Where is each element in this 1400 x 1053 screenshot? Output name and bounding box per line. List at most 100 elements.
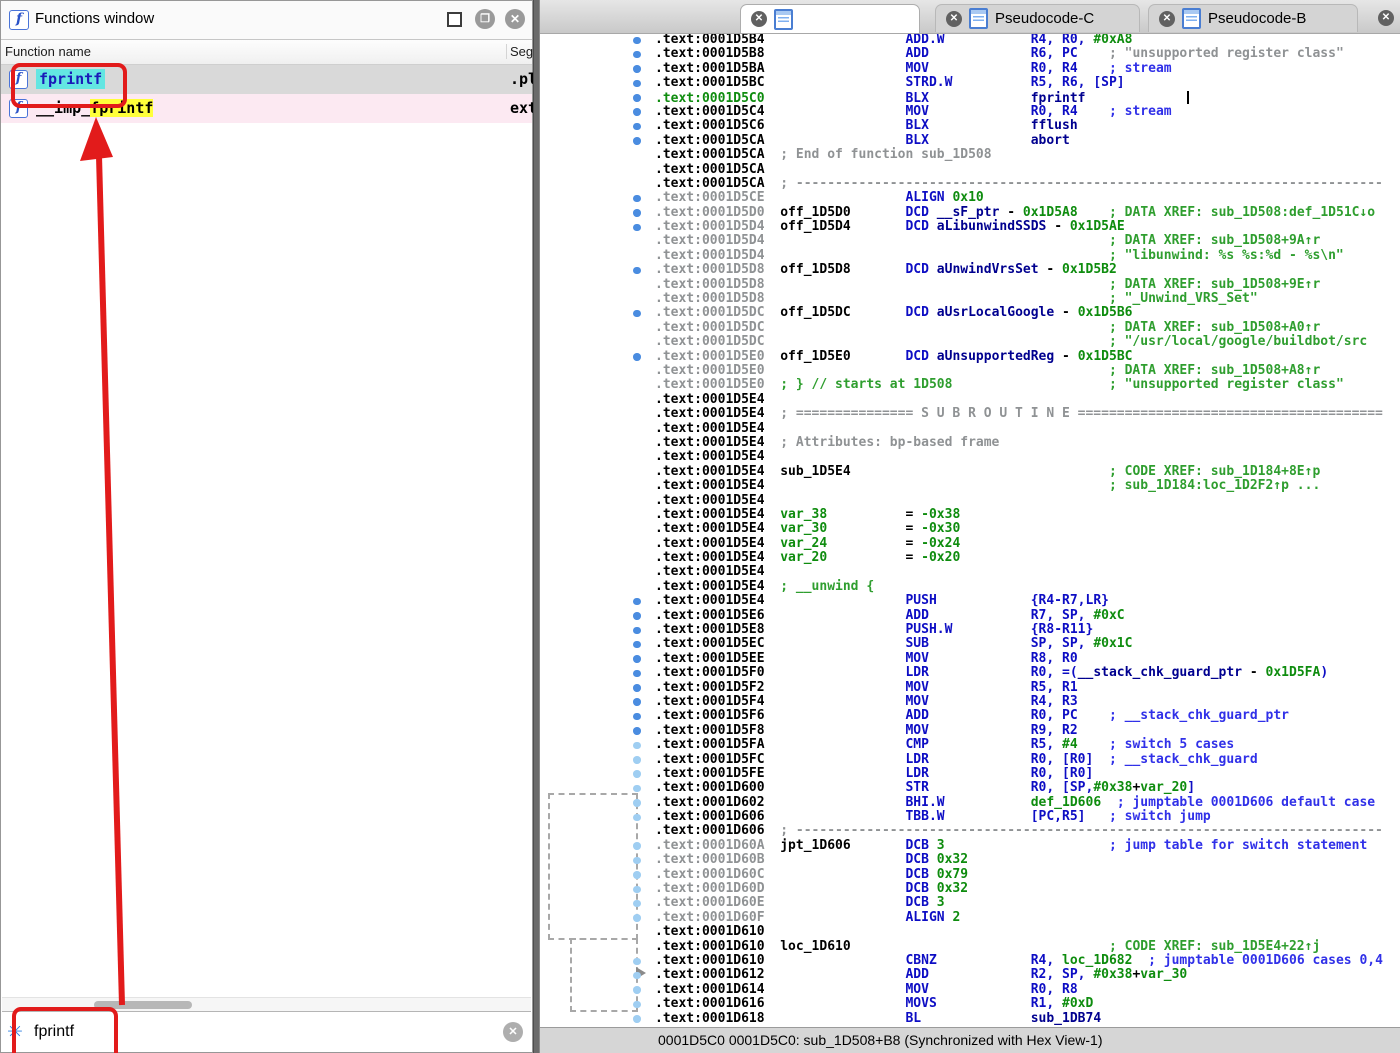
asm-line[interactable]: .text:0001D5E4 — [540, 565, 1400, 579]
asm-line[interactable]: .text:0001D60C DCB 0x79 — [540, 868, 1400, 882]
code-dot-icon — [633, 655, 641, 663]
restore-window-button[interactable]: ❐ — [475, 9, 495, 29]
asm-line[interactable]: .text:0001D5B8 ADD R6, PC ; "unsupported… — [540, 47, 1400, 61]
close-window-button[interactable]: ✕ — [505, 9, 525, 29]
tab-bar: ✕ ✕ Pseudocode-C ✕ Pseudocode-B ✕ — [540, 0, 1400, 34]
asm-line[interactable]: .text:0001D5D4 ; DATA XREF: sub_1D508+9A… — [540, 234, 1400, 248]
asm-line[interactable]: .text:0001D5F4 MOV R4, R3 — [540, 695, 1400, 709]
disassembly-listing[interactable]: .text:0001D5B4 ADD.W R4, R0, #0xA8.text:… — [540, 33, 1400, 1026]
asm-line[interactable]: .text:0001D5C4 MOV R0, R4 ; stream — [540, 105, 1400, 119]
asm-line[interactable]: .text:0001D612 ADD R2, SP, #0x38+var_30 — [540, 968, 1400, 982]
code-dot-icon — [633, 1015, 641, 1023]
asm-line[interactable]: .text:0001D5CA ; -----------------------… — [540, 177, 1400, 191]
asm-line[interactable]: .text:0001D618 BL sub_1DB74 — [540, 1012, 1400, 1026]
asm-line[interactable]: .text:0001D5DC ; DATA XREF: sub_1D508+A0… — [540, 321, 1400, 335]
asm-line[interactable]: .text:0001D5E4 — [540, 393, 1400, 407]
asm-line[interactable]: .text:0001D5FC LDR R0, [R0] ; __stack_ch… — [540, 753, 1400, 767]
close-tab-icon[interactable]: ✕ — [1378, 10, 1394, 26]
asm-line[interactable]: .text:0001D5D4 ; "libunwind: %s %s:%d - … — [540, 249, 1400, 263]
asm-line[interactable]: .text:0001D5D8 ; "_Unwind_VRS_Set" — [540, 292, 1400, 306]
asm-line[interactable]: .text:0001D5E4 var_24 = -0x24 — [540, 537, 1400, 551]
asm-line[interactable]: .text:0001D5D8 off_1D5D8 DCD aUnwindVrsS… — [540, 263, 1400, 277]
dock-window-button[interactable] — [447, 12, 462, 27]
code-dot-icon — [633, 799, 641, 807]
asm-line[interactable]: .text:0001D5D8 ; DATA XREF: sub_1D508+9E… — [540, 278, 1400, 292]
asm-line[interactable]: .text:0001D5F2 MOV R5, R1 — [540, 681, 1400, 695]
asm-line[interactable]: .text:0001D5DC ; "/usr/local/google/buil… — [540, 335, 1400, 349]
code-dot-icon — [633, 742, 641, 750]
asm-line[interactable]: .text:0001D5BC STRD.W R5, R6, [SP] — [540, 76, 1400, 90]
close-tab-icon[interactable]: ✕ — [946, 11, 962, 27]
code-dot-icon — [633, 310, 641, 318]
asm-line[interactable]: .text:0001D5EE MOV R8, R0 — [540, 652, 1400, 666]
asm-line[interactable]: .text:0001D5DC off_1D5DC DCD aUsrLocalGo… — [540, 306, 1400, 320]
column-header-function-name[interactable]: Function name — [5, 44, 91, 59]
disassembly-view[interactable]: .text:0001D5B4 ADD.W R4, R0, #0xA8.text:… — [540, 33, 1400, 1027]
asm-line[interactable]: .text:0001D5E4 ; __unwind { — [540, 580, 1400, 594]
asm-line[interactable]: .text:0001D5EC SUB SP, SP, #0x1C — [540, 637, 1400, 651]
asm-line[interactable]: .text:0001D5E4 — [540, 450, 1400, 464]
asm-line[interactable]: .text:0001D5F8 MOV R9, R2 — [540, 724, 1400, 738]
asm-line[interactable]: .text:0001D5BA MOV R0, R4 ; stream — [540, 62, 1400, 76]
asm-line[interactable]: .text:0001D610 CBNZ R4, loc_1D682 ; jump… — [540, 954, 1400, 968]
asm-line[interactable]: .text:0001D5E0 off_1D5E0 DCD aUnsupporte… — [540, 350, 1400, 364]
asm-line[interactable]: .text:0001D5E4 ; Attributes: bp-based fr… — [540, 436, 1400, 450]
asm-line[interactable]: .text:0001D5CA — [540, 163, 1400, 177]
asm-line[interactable]: .text:0001D5E4 var_38 = -0x38 — [540, 508, 1400, 522]
asm-line[interactable]: .text:0001D5FA CMP R5, #4 ; switch 5 cas… — [540, 738, 1400, 752]
asm-line[interactable]: .text:0001D5D4 off_1D5D4 DCD aLibunwindS… — [540, 220, 1400, 234]
code-dot-icon — [633, 756, 641, 764]
code-dot-icon — [633, 842, 641, 850]
tab-pseudocode-c[interactable]: ✕ Pseudocode-C — [935, 4, 1140, 32]
asm-line[interactable]: .text:0001D610 — [540, 925, 1400, 939]
asm-line[interactable]: .text:0001D5CA BLX abort — [540, 134, 1400, 148]
asm-line[interactable]: .text:0001D5E4 var_30 = -0x30 — [540, 522, 1400, 536]
asm-line[interactable]: .text:0001D5E0 ; DATA XREF: sub_1D508+A8… — [540, 364, 1400, 378]
close-tab-icon[interactable]: ✕ — [751, 11, 767, 27]
asm-line[interactable]: .text:0001D614 MOV R0, R8 — [540, 983, 1400, 997]
tab-partial[interactable]: ✕ — [1372, 4, 1400, 32]
asm-line[interactable]: .text:0001D606 ; -----------------------… — [540, 824, 1400, 838]
asm-line[interactable]: .text:0001D606 TBB.W [PC,R5] ; switch ju… — [540, 810, 1400, 824]
code-dot-icon — [633, 37, 641, 45]
functions-window-titlebar[interactable]: f Functions window ❐ ✕ — [1, 1, 532, 40]
pseudocode-view-icon — [969, 8, 988, 29]
tab-pseudocode-b[interactable]: ✕ Pseudocode-B — [1148, 4, 1358, 32]
asm-line[interactable]: .text:0001D610 loc_1D610 ; CODE XREF: su… — [540, 940, 1400, 954]
asm-line[interactable]: .text:0001D5F0 LDR R0, =(__stack_chk_gua… — [540, 666, 1400, 680]
asm-line[interactable]: .text:0001D5F6 ADD R0, PC ; __stack_chk_… — [540, 709, 1400, 723]
asm-line[interactable]: .text:0001D5E6 ADD R7, SP, #0xC — [540, 609, 1400, 623]
asm-line[interactable]: .text:0001D5E4 — [540, 494, 1400, 508]
asm-line[interactable]: .text:0001D5FE LDR R0, [R0] — [540, 767, 1400, 781]
tab-ida-view[interactable]: ✕ — [740, 4, 920, 33]
asm-line[interactable]: .text:0001D600 STR R0, [SP,#0x38+var_20] — [540, 781, 1400, 795]
clear-filter-icon[interactable]: ✕ — [503, 1022, 523, 1042]
asm-line[interactable]: .text:0001D60B DCB 0x32 — [540, 853, 1400, 867]
code-dot-icon — [633, 353, 641, 361]
panel-splitter[interactable] — [533, 0, 540, 1053]
asm-line[interactable]: .text:0001D5D0 off_1D5D0 DCD __sF_ptr - … — [540, 206, 1400, 220]
asm-line[interactable]: .text:0001D5E4 var_20 = -0x20 — [540, 551, 1400, 565]
asm-line[interactable]: .text:0001D5E4 PUSH {R4-R7,LR} — [540, 594, 1400, 608]
asm-line[interactable]: .text:0001D5E4 — [540, 422, 1400, 436]
asm-line[interactable]: .text:0001D616 MOVS R1, #0xD — [540, 997, 1400, 1011]
column-header-segment[interactable]: Seg — [506, 44, 533, 59]
asm-line[interactable]: .text:0001D5B4 ADD.W R4, R0, #0xA8 — [540, 33, 1400, 47]
asm-line[interactable]: .text:0001D5E0 ; } // starts at 1D508 ; … — [540, 378, 1400, 392]
asm-line[interactable]: .text:0001D60A jpt_1D606 DCB 3 ; jump ta… — [540, 839, 1400, 853]
asm-line[interactable]: .text:0001D602 BHI.W def_1D606 ; jumptab… — [540, 796, 1400, 810]
asm-line[interactable]: .text:0001D5CE ALIGN 0x10 — [540, 191, 1400, 205]
pseudocode-view-icon — [1182, 8, 1201, 29]
asm-line[interactable]: .text:0001D5E4 ; =============== S U B R… — [540, 407, 1400, 421]
close-tab-icon[interactable]: ✕ — [1159, 11, 1175, 27]
asm-line[interactable]: .text:0001D5C0 BLX fprintf — [540, 91, 1400, 105]
asm-line[interactable]: .text:0001D5CA ; End of function sub_1D5… — [540, 148, 1400, 162]
asm-line[interactable]: .text:0001D5E8 PUSH.W {R8-R11} — [540, 623, 1400, 637]
code-dot-icon — [633, 94, 641, 102]
asm-line[interactable]: .text:0001D5E4 ; sub_1D184:loc_1D2F2↑p .… — [540, 479, 1400, 493]
asm-line[interactable]: .text:0001D60E DCB 3 — [540, 896, 1400, 910]
asm-line[interactable]: .text:0001D5E4 sub_1D5E4 ; CODE XREF: su… — [540, 465, 1400, 479]
asm-line[interactable]: .text:0001D60D DCB 0x32 — [540, 882, 1400, 896]
asm-line[interactable]: .text:0001D5C6 BLX fflush — [540, 119, 1400, 133]
asm-line[interactable]: .text:0001D60F ALIGN 2 — [540, 911, 1400, 925]
